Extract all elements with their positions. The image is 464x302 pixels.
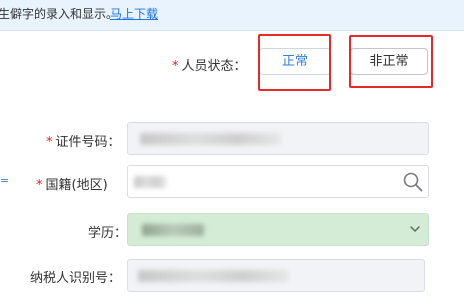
status-label: * 人员状态： — [172, 55, 247, 74]
education-select[interactable] — [127, 213, 429, 246]
tax-id-label: 纳税人识别号： — [30, 271, 122, 286]
status-abnormal-button[interactable]: 非正常 — [350, 48, 428, 75]
tax-id-field[interactable] — [127, 259, 425, 292]
required-mark: * — [172, 59, 179, 74]
required-mark: * — [46, 135, 53, 150]
download-link[interactable]: 马上下载 — [110, 0, 158, 28]
notice-bar: 生僻字的录入和显示。 马上下载 — [0, 0, 464, 31]
id-number-label-text: 证件号码： — [55, 135, 121, 150]
notice-text: 生僻字的录入和显示。 — [0, 7, 119, 21]
search-icon[interactable] — [402, 171, 424, 193]
id-number-label: * 证件号码： — [46, 131, 121, 150]
redacted-value — [140, 133, 280, 145]
education-label: 学历： — [88, 226, 128, 241]
redacted-value — [138, 270, 288, 282]
nationality-field[interactable] — [127, 165, 429, 198]
status-normal-button[interactable]: 正常 — [259, 48, 331, 75]
status-label-text: 人员状态： — [181, 59, 247, 74]
nationality-label: * 国籍(地区) — [36, 174, 108, 193]
required-mark: * — [36, 178, 43, 193]
chevron-down-icon[interactable] — [408, 222, 422, 236]
redacted-value — [134, 176, 166, 188]
id-number-field[interactable] — [127, 122, 429, 155]
nationality-label-text: 国籍(地区) — [45, 178, 108, 193]
edge-mark: = — [0, 174, 10, 187]
redacted-value — [142, 224, 204, 236]
